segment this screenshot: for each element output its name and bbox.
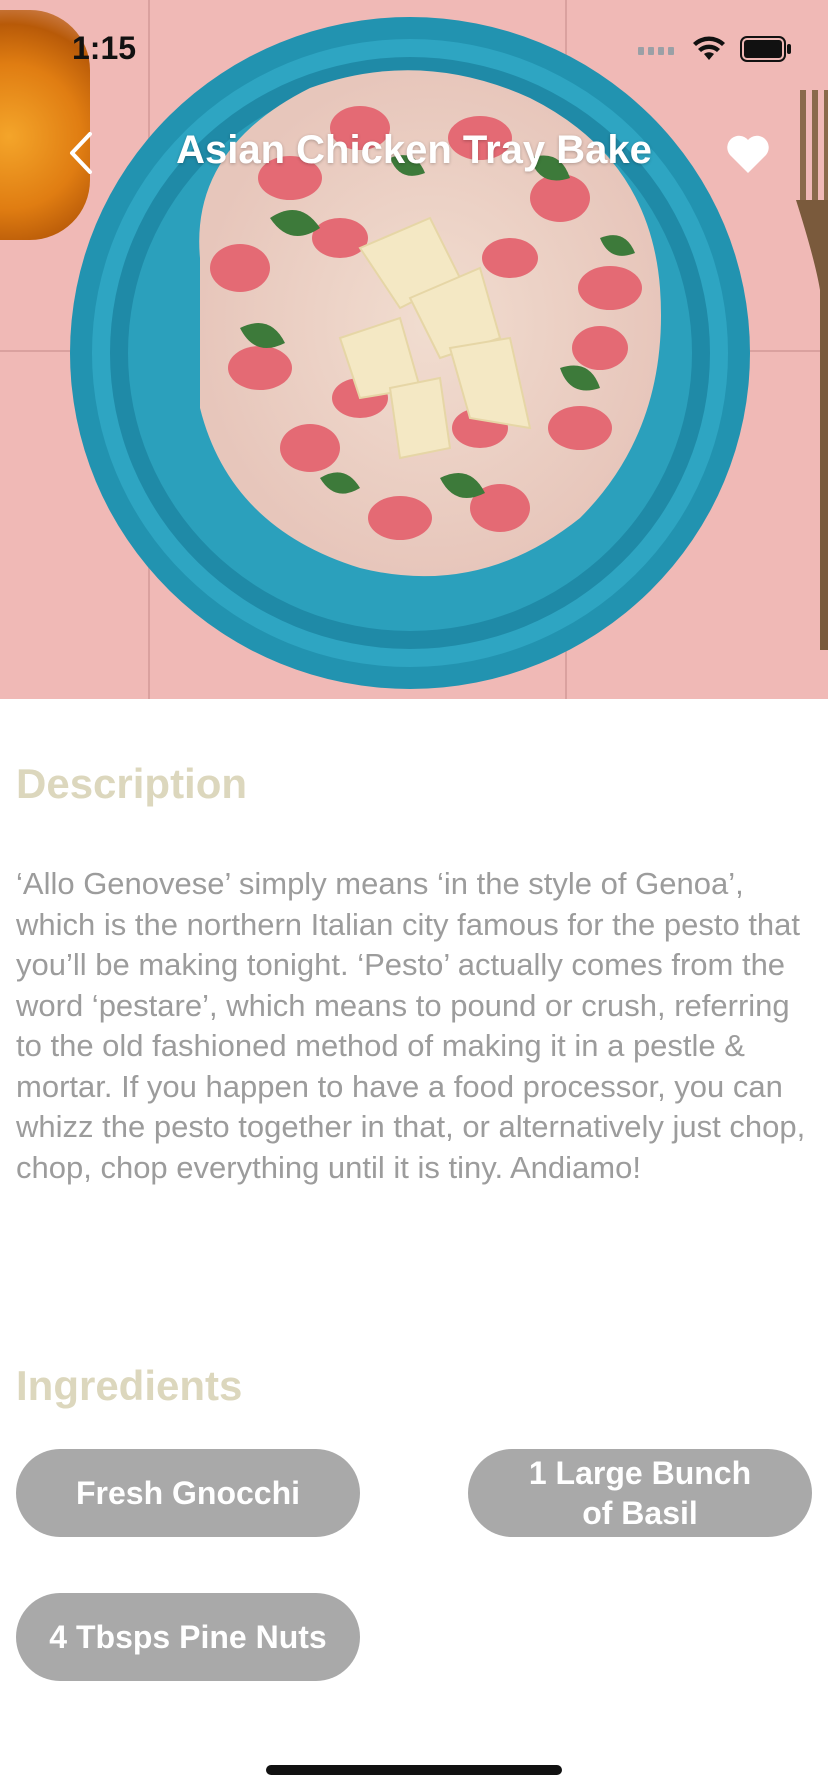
home-indicator[interactable] — [266, 1765, 562, 1775]
ingredient-chip[interactable]: Fresh Gnocchi — [16, 1449, 360, 1537]
heart-icon[interactable] — [725, 133, 771, 175]
plate-of-gnocchi — [70, 17, 750, 689]
page-title: Asian Chicken Tray Bake — [176, 128, 652, 172]
ingredient-chip[interactable]: 4 Tbsps Pine Nuts — [16, 1593, 360, 1681]
wifi-icon — [693, 36, 725, 60]
status-icons — [638, 36, 792, 62]
status-time: 1:15 — [72, 30, 137, 66]
ingredient-chip-label: Fresh Gnocchi — [75, 1475, 301, 1511]
description-heading: Description — [16, 760, 248, 807]
fork — [796, 90, 828, 650]
description-text: ‘Allo Genovese’ simply means ‘in the sty… — [16, 866, 806, 1185]
ingredient-chip-label: 4 Tbsps Pine Nuts — [49, 1619, 327, 1655]
ingredient-chip-label: 1 Large Bunch of Basil — [528, 1455, 752, 1531]
ingredient-chip[interactable]: 1 Large Bunch of Basil — [468, 1449, 812, 1537]
battery-icon — [740, 36, 791, 62]
ingredients-heading: Ingredients — [16, 1362, 243, 1409]
recipe-hero-image — [0, 0, 828, 699]
signal-icon — [638, 47, 674, 55]
